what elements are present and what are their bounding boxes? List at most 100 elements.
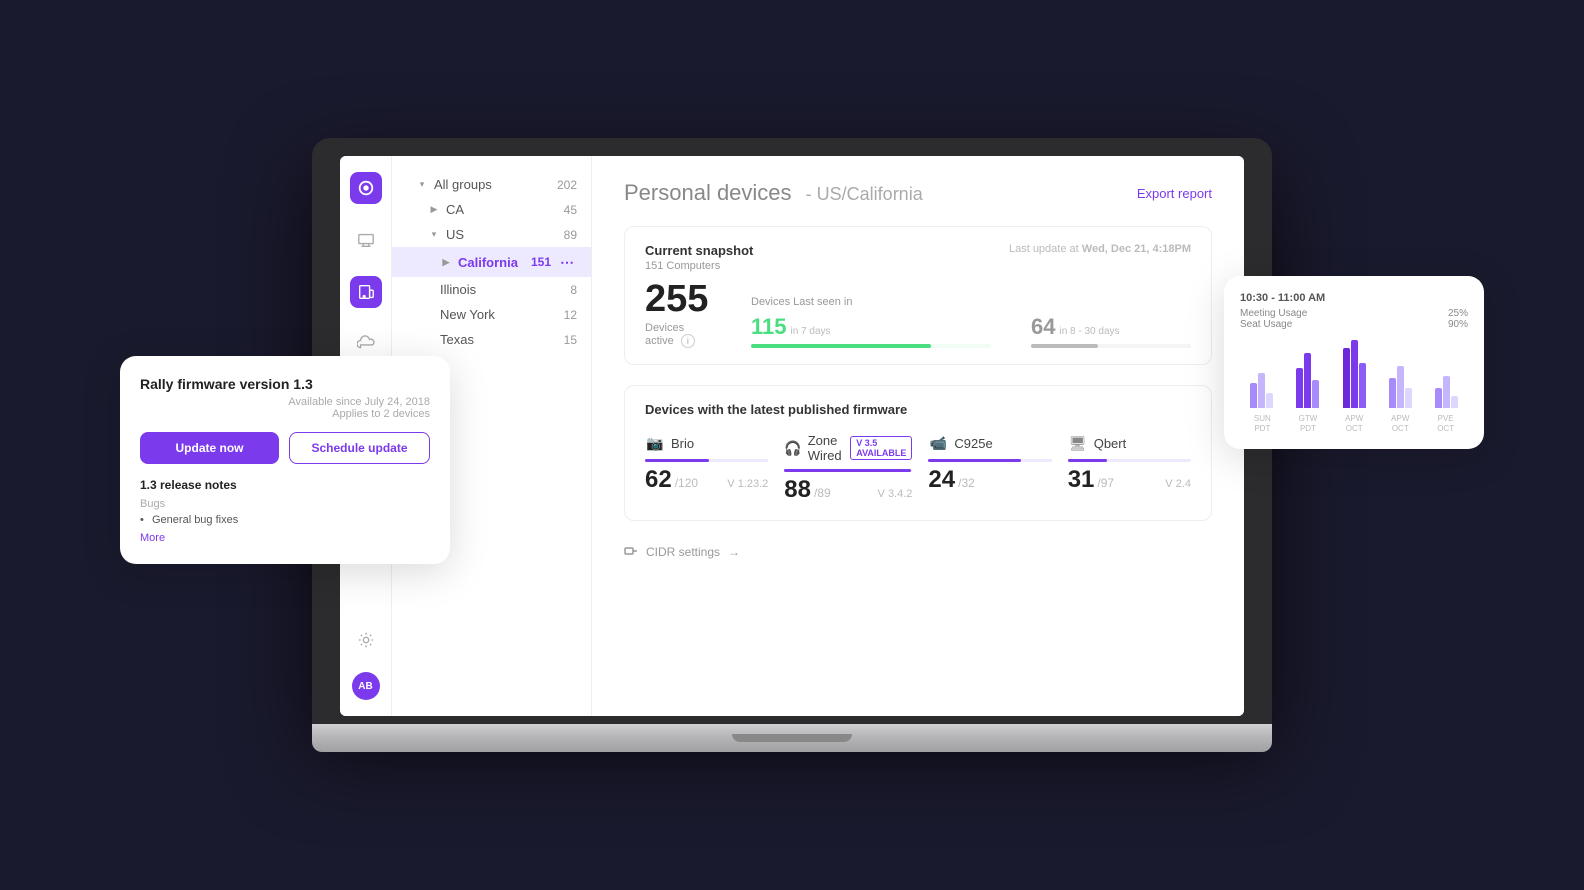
main-footer[interactable]: CIDR settings → — [624, 545, 1212, 559]
more-options-button[interactable]: ⋯ — [557, 252, 577, 272]
chart-bars — [1240, 338, 1468, 408]
bar-4c — [1405, 388, 1412, 408]
nav-count-illinois: 8 — [570, 283, 577, 297]
bar-3c — [1359, 363, 1366, 408]
nav-label-us: US — [446, 227, 464, 242]
main-content: Personal devices - US/California Export … — [592, 156, 1244, 716]
device-name-c925e: C925e — [954, 436, 992, 451]
device-icon-qbert: 🖥 — [1068, 433, 1088, 453]
webcam-icon: 📹 — [928, 433, 948, 453]
chart-date-5: PVE OCT — [1437, 414, 1454, 433]
chart-legend-meeting: Meeting Usage 25% — [1240, 308, 1468, 319]
headphones-icon: 🎧 — [784, 438, 801, 458]
page-subtitle: - US/California — [806, 184, 923, 204]
firmware-section-title: Devices with the latest published firmwa… — [645, 402, 1191, 417]
sidebar-logo-icon[interactable] — [350, 172, 382, 204]
export-report-button[interactable]: Export report — [1137, 186, 1212, 201]
firmware-count-c925e: 24 /32 — [928, 466, 1051, 494]
bar-group-3 — [1333, 340, 1375, 408]
overlay-bug-item: General bug fixes — [140, 514, 430, 526]
nav-item-all-groups[interactable]: ▾ All groups 202 — [392, 172, 591, 197]
firmware-progress-brio — [645, 459, 768, 462]
chart-overlay: 10:30 - 11:00 AM Meeting Usage 25% Seat … — [1224, 276, 1484, 449]
laptop-base — [312, 724, 1272, 752]
nav-count-new-york: 12 — [564, 308, 577, 322]
bar-5b — [1443, 376, 1450, 408]
firmware-grid: 📷 Brio 62 /120 V 1.23.2 — [645, 433, 1191, 504]
nav-count-texas: 15 — [564, 333, 577, 347]
overlay-bugs-label: Bugs — [140, 498, 430, 510]
devices-active-count: 255 — [645, 280, 711, 318]
devices-seen-section: Devices Last seen in 115 in 7 days — [751, 296, 1191, 348]
snapshot-title: Current snapshot — [645, 243, 753, 258]
bar-group-1 — [1240, 373, 1282, 408]
info-icon[interactable]: i — [681, 334, 695, 348]
bar-inner-2 — [1296, 353, 1319, 408]
chart-tooltip-time: 10:30 - 11:00 AM — [1240, 292, 1468, 304]
nav-item-ca[interactable]: ▶ CA 45 — [392, 197, 591, 222]
overlay-firmware-meta: Available since July 24, 2018 Applies to… — [140, 396, 430, 420]
schedule-update-button[interactable]: Schedule update — [289, 432, 430, 464]
firmware-item-brio: 📷 Brio 62 /120 V 1.23.2 — [645, 433, 768, 504]
chart-tooltip: 10:30 - 11:00 AM Meeting Usage 25% Seat … — [1240, 292, 1468, 330]
count-30days: 64 — [1031, 314, 1055, 340]
laptop-notch — [732, 734, 852, 742]
nav-label-texas: Texas — [440, 332, 474, 347]
nav-label-new-york: New York — [440, 307, 495, 322]
nav-item-texas[interactable]: Texas 15 — [392, 327, 591, 352]
nav-count-california: 151 — [531, 255, 551, 269]
progress-bar-7days — [751, 344, 931, 348]
chart-dates: SUN PDT GTW PDT APW OCT APW OCT — [1240, 414, 1468, 433]
chevron-down-icon-us: ▾ — [428, 229, 440, 241]
bar-group-4 — [1379, 366, 1421, 408]
page-header: Personal devices - US/California Export … — [624, 180, 1212, 206]
bar-inner-3 — [1343, 340, 1366, 408]
firmware-item-c925e: 📹 C925e 24 /32 — [928, 433, 1051, 504]
sidebar-settings-icon[interactable] — [350, 624, 382, 656]
nav-label-california: California — [458, 255, 518, 270]
firmware-item-header-c925e: 📹 C925e — [928, 433, 1051, 453]
bar-4a — [1389, 378, 1396, 408]
firmware-item-header-qbert: 🖥 Qbert — [1068, 433, 1191, 453]
nav-item-us[interactable]: ▾ US 89 — [392, 222, 591, 247]
sidebar-devices-icon[interactable] — [350, 224, 382, 256]
page-title: Personal devices - US/California — [624, 180, 923, 206]
bar-inner-5 — [1435, 376, 1458, 408]
sidebar-personal-devices-icon[interactable] — [350, 276, 382, 308]
overlay-more-link[interactable]: More — [140, 532, 165, 544]
update-now-button[interactable]: Update now — [140, 432, 279, 464]
nav-item-illinois[interactable]: Illinois 8 — [392, 277, 591, 302]
firmware-progress-qbert — [1068, 459, 1191, 462]
firmware-progress-zone-wired — [784, 469, 912, 472]
bar-2b — [1304, 353, 1311, 408]
bar-5c — [1451, 396, 1458, 408]
bar-inner-1 — [1250, 373, 1273, 408]
overlay-firmware-title: Rally firmware version 1.3 — [140, 376, 430, 392]
nav-count-ca: 45 — [564, 203, 577, 217]
firmware-section: Devices with the latest published firmwa… — [624, 385, 1212, 521]
chevron-down-icon: ▾ — [416, 179, 428, 191]
label-30days: in 8 - 30 days — [1059, 326, 1119, 337]
bar-3a — [1343, 348, 1350, 408]
bar-inner-4 — [1389, 366, 1412, 408]
arrow-right-icon: → — [728, 545, 740, 559]
firmware-item-zone-wired: 🎧 Zone Wired V 3.5 AVAILABLE 88 /89 — [784, 433, 912, 504]
device-name-qbert: Qbert — [1094, 436, 1127, 451]
firmware-item-header-brio: 📷 Brio — [645, 433, 768, 453]
nav-item-california[interactable]: ▶ California 151 ⋯ — [392, 247, 591, 277]
snapshot-subtitle: 151 Computers — [645, 260, 753, 272]
overlay-btn-row: Update now Schedule update — [140, 432, 430, 464]
nav-item-new-york[interactable]: New York 12 — [392, 302, 591, 327]
bar-4b — [1397, 366, 1404, 408]
chart-date-4: APW OCT — [1391, 414, 1409, 433]
bar-5a — [1435, 388, 1442, 408]
firmware-count-brio: 62 /120 V 1.23.2 — [645, 466, 768, 494]
bar-2c — [1312, 380, 1319, 408]
chart-date-3: APW OCT — [1345, 414, 1363, 433]
device-name-zone-wired: Zone Wired — [808, 433, 845, 463]
user-avatar[interactable]: AB — [352, 672, 380, 700]
snapshot-stats: 255 Devices active i Devices Last seen i… — [645, 280, 1191, 348]
camera-icon: 📷 — [645, 433, 665, 453]
stat-7days: 115 in 7 days — [751, 314, 991, 348]
cidr-icon — [624, 545, 638, 559]
